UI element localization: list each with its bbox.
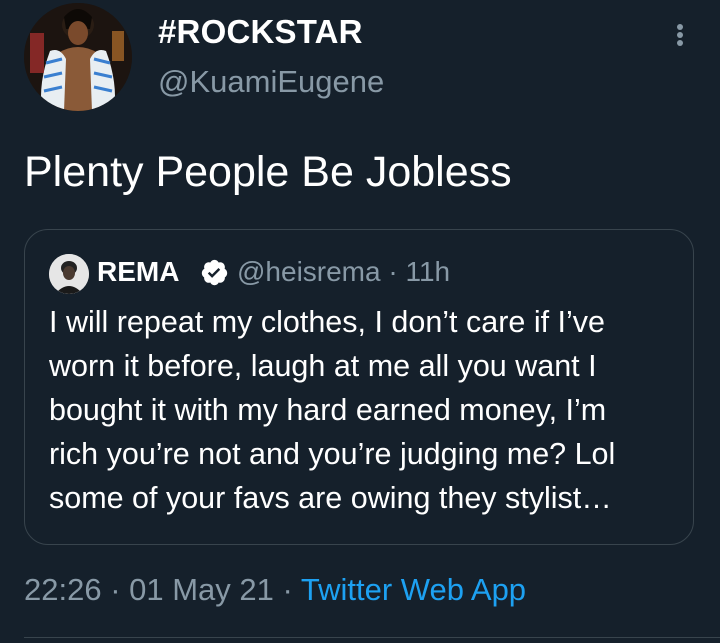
- tweet-date[interactable]: 01 May 21: [129, 572, 274, 607]
- quoted-tweet[interactable]: REMA @heisrema · 11h I will repeat my cl…: [24, 229, 694, 545]
- quoted-text-line: I will repeat my clothes, I don’t care i…: [49, 305, 605, 339]
- more-dot: [677, 32, 683, 38]
- quoted-avatar-photo: [49, 254, 89, 294]
- more-dot: [677, 40, 683, 46]
- tweet-text: Plenty People Be Jobless: [24, 148, 512, 196]
- divider: [24, 637, 720, 638]
- tweet-detail: #ROCKSTAR @KuamiEugene Plenty People Be …: [0, 0, 720, 643]
- quoted-text: I will repeat my clothes, I don’t care i…: [49, 300, 679, 520]
- quoted-text-line: bought it with my hard earned money, I’m: [49, 393, 607, 427]
- tweet-time[interactable]: 22:26: [24, 572, 102, 607]
- footer-separator: ·: [273, 572, 301, 607]
- quoted-display-name: REMA: [97, 256, 180, 287]
- more-options-icon[interactable]: [666, 18, 694, 52]
- source-app-link[interactable]: Twitter Web App: [301, 572, 526, 607]
- tweet-footer: 22:26 · 01 May 21 · Twitter Web App: [24, 570, 526, 610]
- quoted-handle: @heisrema: [237, 256, 381, 287]
- meta-separator: ·: [380, 256, 406, 287]
- footer-separator: ·: [101, 572, 130, 607]
- verified-badge-icon: [201, 259, 228, 286]
- quoted-text-line: some of your favs are owing they stylist…: [49, 481, 612, 515]
- quoted-time: 11h: [405, 256, 451, 287]
- quoted-author-avatar: [49, 254, 89, 294]
- quoted-text-line: worn it before, laugh at me all you want…: [49, 349, 597, 383]
- author-handle[interactable]: @KuamiEugene: [158, 62, 384, 102]
- more-dot: [677, 24, 683, 30]
- avatar-photo: [24, 3, 132, 111]
- quoted-text-line: rich you’re not and you’re judging me? L…: [49, 437, 616, 471]
- author-avatar[interactable]: [24, 3, 132, 111]
- author-display-name[interactable]: #ROCKSTAR: [158, 12, 363, 52]
- quoted-meta: @heisrema · 11h: [237, 252, 450, 292]
